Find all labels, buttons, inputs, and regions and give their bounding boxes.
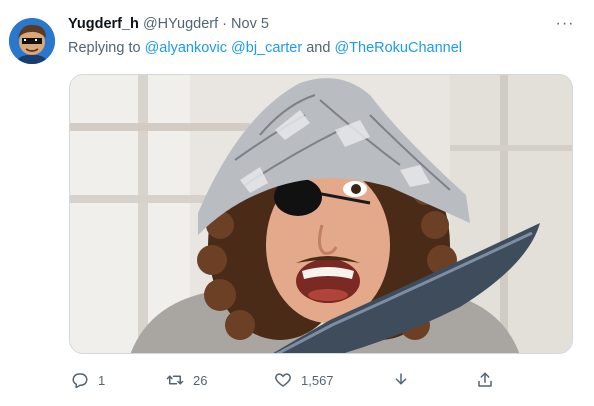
mention-alyankovic[interactable]: @alyankovic: [145, 40, 227, 56]
user-handle[interactable]: @HYugderf: [143, 16, 218, 32]
download-button[interactable]: [385, 364, 417, 396]
tweet-actions: 1 26 1,567: [64, 364, 504, 396]
download-icon: [385, 364, 417, 396]
reply-count: 1: [98, 372, 106, 388]
tweet-date[interactable]: Nov 5: [231, 16, 269, 32]
reply-icon: [64, 364, 96, 396]
avatar-image: [9, 18, 55, 64]
share-button[interactable]: [469, 364, 501, 396]
replying-to: Replying to @alyankovic @bj_carter and @…: [68, 38, 462, 58]
replying-to-label: Replying to: [68, 40, 141, 56]
retweet-button[interactable]: 26: [159, 364, 207, 396]
more-icon[interactable]: ···: [554, 14, 576, 34]
mention-therokuchannel[interactable]: @TheRokuChannel: [334, 40, 462, 56]
media-image: [70, 75, 572, 353]
like-button[interactable]: 1,567: [267, 364, 334, 396]
avatar[interactable]: [9, 18, 55, 64]
retweet-icon: [159, 364, 191, 396]
tweet-media[interactable]: [69, 74, 573, 354]
replying-to-conjunction: and: [306, 40, 331, 56]
mention-bj-carter[interactable]: @bj_carter: [231, 40, 302, 56]
retweet-count: 26: [193, 372, 208, 388]
reply-button[interactable]: 1: [64, 364, 105, 396]
like-count: 1,567: [301, 372, 334, 388]
tweet-header: Yugderf_h @HYugderf · Nov 5: [68, 14, 574, 34]
share-icon: [469, 364, 501, 396]
display-name[interactable]: Yugderf_h: [68, 16, 139, 32]
heart-icon: [267, 364, 299, 396]
tweet[interactable]: Yugderf_h @HYugderf · Nov 5 ··· Replying…: [0, 0, 594, 406]
separator-dot: ·: [222, 16, 227, 32]
